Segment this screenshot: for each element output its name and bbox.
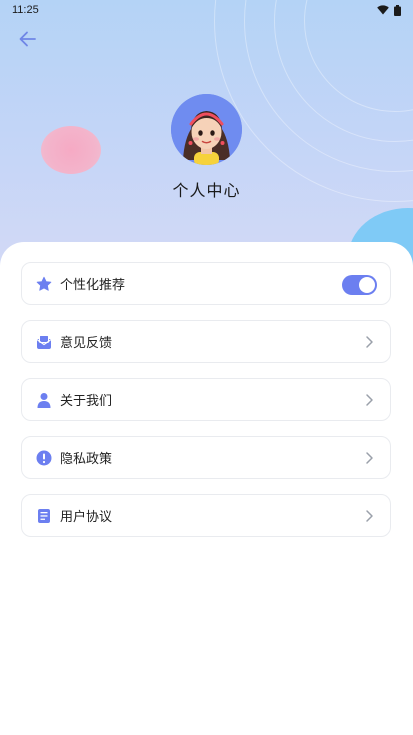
menu-item-feedback[interactable]: 意见反馈 (21, 320, 391, 363)
menu-item-personalized-recommendation[interactable]: 个性化推荐 (21, 262, 391, 305)
chevron-right-icon (366, 394, 373, 406)
menu-item-label: 个性化推荐 (60, 278, 126, 293)
girl-avatar-icon (171, 94, 242, 165)
status-bar: 11:25 (0, 0, 413, 20)
battery-icon (394, 4, 401, 16)
back-arrow-icon (19, 31, 36, 47)
page-title: 个人中心 (172, 181, 241, 200)
decorative-pink-blob (41, 126, 101, 174)
chevron-right-icon (366, 452, 373, 464)
user-icon (36, 392, 52, 408)
chevron-right-icon (366, 336, 373, 348)
personalized-recommendation-toggle[interactable] (342, 275, 377, 295)
menu-item-label: 隐私政策 (60, 452, 113, 467)
toggle-knob (359, 277, 375, 293)
star-icon (36, 276, 52, 292)
menu-sheet (0, 242, 413, 735)
menu-item-label: 用户协议 (60, 510, 113, 525)
chevron-right-icon (366, 510, 373, 522)
back-button[interactable] (16, 29, 40, 49)
menu-item-label: 关于我们 (60, 394, 113, 409)
avatar[interactable] (171, 94, 242, 165)
menu-item-user-agreement[interactable]: 用户协议 (21, 494, 391, 537)
info-icon (36, 450, 52, 466)
document-icon (36, 508, 52, 524)
menu-item-label: 意见反馈 (60, 336, 113, 351)
feedback-icon (36, 334, 52, 350)
menu-item-about-us[interactable]: 关于我们 (21, 378, 391, 421)
status-time: 11:25 (12, 4, 39, 16)
menu-item-privacy-policy[interactable]: 隐私政策 (21, 436, 391, 479)
wifi-icon (377, 5, 389, 15)
